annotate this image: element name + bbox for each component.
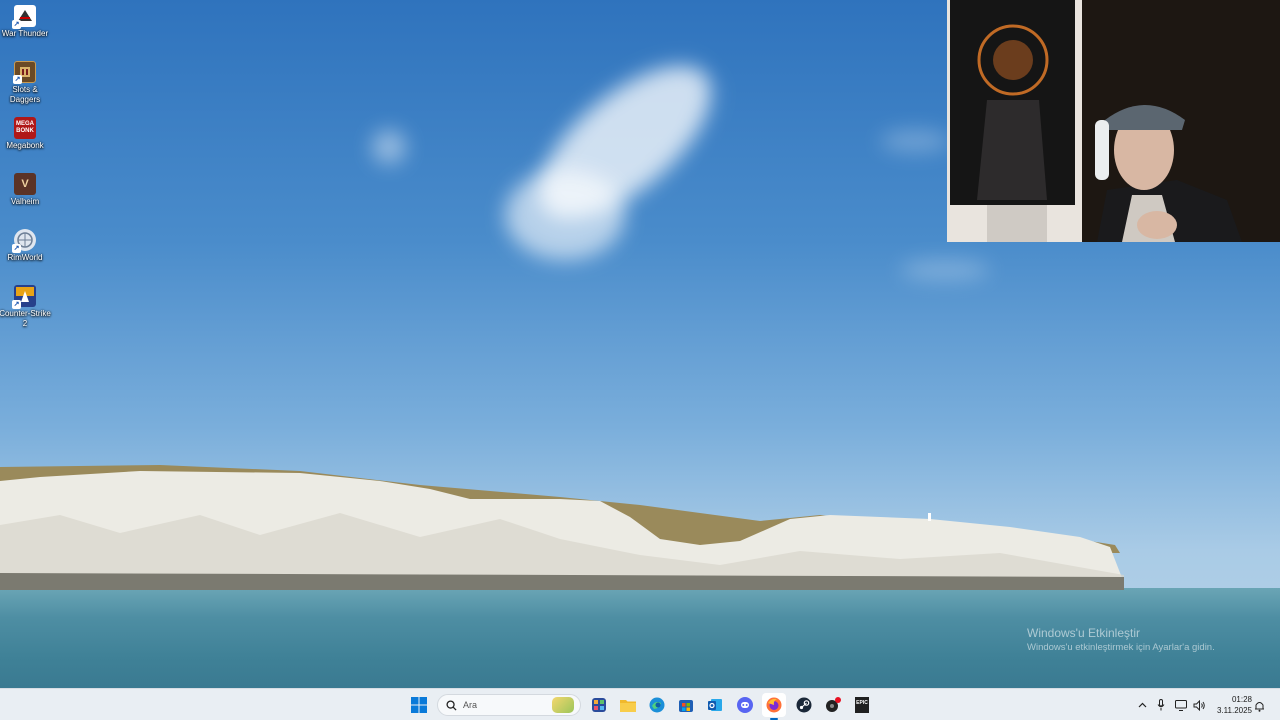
desktop-icon-slots-daggers[interactable]: ↗ Slots & Daggers (0, 61, 50, 105)
folder-icon (620, 700, 636, 712)
start-button[interactable] (407, 693, 431, 717)
discord-icon (737, 697, 753, 713)
bell-icon (1255, 702, 1264, 712)
search-input[interactable] (463, 700, 543, 710)
search-icon (446, 699, 457, 711)
desktop-icon-label: War Thunder (1, 29, 49, 38)
shortcut-arrow-icon: ↗ (12, 244, 21, 253)
desktop-icon-label: Megabonk (6, 141, 44, 150)
wallpaper-cliffs (0, 465, 1124, 590)
shortcut-arrow-icon: ↗ (13, 75, 22, 84)
slots-daggers-icon: ↗ (13, 61, 36, 84)
wallpaper-cloud (372, 130, 406, 164)
desktop-icon-war-thunder[interactable]: ↗ War Thunder (0, 5, 50, 39)
taskbar-app-edge[interactable] (645, 693, 669, 717)
watermark-subtitle: Windows'u etkinleştirmek için Ayarlar'a … (1027, 642, 1215, 653)
chevron-up-icon (1138, 702, 1146, 708)
megabonk-icon: MEGA BONK (14, 117, 36, 139)
taskbar-app-steam-notify[interactable] (821, 693, 845, 717)
network-icon (1174, 699, 1187, 711)
desktop-icon-label: Valheim (10, 197, 40, 206)
taskbar-app-store[interactable] (674, 693, 698, 717)
store-icon (679, 700, 693, 712)
desktop-icon-label: RimWorld (7, 253, 43, 262)
taskbar-app-copilot[interactable] (587, 693, 611, 717)
steam-badge-icon (826, 697, 841, 712)
valheim-icon: V (14, 173, 36, 195)
wallpaper-cloud (900, 260, 990, 280)
network-button[interactable] (1172, 699, 1190, 711)
show-hidden-icons-button[interactable] (1134, 702, 1150, 708)
search-highlight-icon (552, 697, 574, 713)
desktop-icon-counter-strike-2[interactable]: ↗ Counter-Strike 2 (0, 285, 51, 329)
taskbar-app-firefox[interactable] (762, 693, 786, 720)
volume-button[interactable] (1190, 699, 1208, 711)
notification-button[interactable] (1254, 699, 1265, 717)
taskbar-clock[interactable]: 01:28 3.11.2025 (1217, 694, 1252, 716)
taskbar: EPIC 01:28 3.11.2025 (0, 688, 1280, 720)
taskbar-app-discord[interactable] (733, 693, 757, 717)
shortcut-arrow-icon: ↗ (12, 300, 21, 309)
taskbar-search[interactable] (437, 694, 581, 716)
clock-time: 01:28 (1231, 695, 1252, 704)
desktop-icon-megabonk[interactable]: MEGA BONK Megabonk (0, 117, 50, 151)
counter-strike-2-icon: ↗ (12, 285, 36, 309)
desktop-icon-label: Counter-Strike 2 (0, 309, 51, 328)
webcam-feed (947, 0, 1280, 242)
activation-watermark: Windows'u Etkinleştir Windows'u etkinleş… (1027, 626, 1215, 655)
edge-icon (649, 697, 665, 713)
shortcut-arrow-icon: ↗ (12, 20, 21, 29)
outlook-icon (708, 699, 722, 711)
microphone-icon (1157, 699, 1165, 711)
system-tray (1134, 689, 1208, 720)
steam-icon (796, 697, 812, 713)
speaker-icon (1193, 699, 1205, 711)
taskbar-app-steam[interactable] (792, 693, 816, 717)
wallpaper-cloud (505, 170, 625, 260)
watermark-title: Windows'u Etkinleştir (1027, 626, 1140, 640)
taskbar-app-outlook[interactable] (703, 693, 727, 717)
taskbar-app-file-explorer[interactable] (616, 693, 640, 717)
webcam-overlay (947, 0, 1280, 242)
desktop-icon-label: Slots & Daggers (9, 85, 41, 104)
war-thunder-icon: ↗ (12, 5, 36, 29)
epic-games-icon: EPIC (855, 697, 869, 713)
desktop-icon-valheim[interactable]: V Valheim (0, 173, 50, 207)
windows-logo-icon (411, 697, 427, 713)
firefox-icon (766, 697, 782, 713)
microphone-button[interactable] (1150, 699, 1172, 711)
rimworld-icon: ↗ (12, 229, 36, 253)
taskbar-app-epic-games[interactable]: EPIC (850, 693, 874, 717)
copilot-icon (592, 698, 606, 712)
wallpaper-cloud (880, 130, 950, 152)
clock-date: 3.11.2025 (1217, 706, 1252, 715)
desktop-icon-rimworld[interactable]: ↗ RimWorld (0, 229, 50, 263)
